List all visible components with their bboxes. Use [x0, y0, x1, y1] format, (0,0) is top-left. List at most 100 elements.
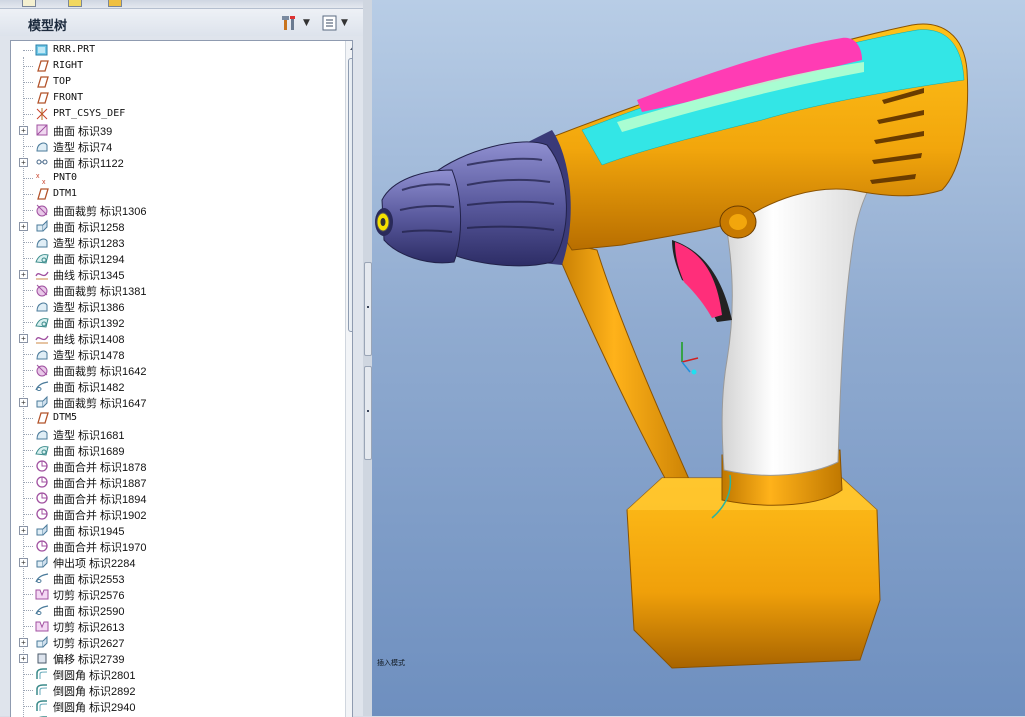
tree-settings-icon — [322, 15, 337, 31]
tree-item[interactable]: + 伸出项 标识2284 — [11, 554, 337, 570]
tree-item[interactable]: 曲面裁剪 标识1306 — [11, 202, 337, 218]
tree-item[interactable]: 曲面 标识1294 — [11, 250, 337, 266]
scroll-up-arrow[interactable] — [350, 45, 352, 50]
tree-item[interactable]: 曲面 标识1482 — [11, 378, 337, 394]
tree-item[interactable]: PRT_CSYS_DEF — [11, 106, 337, 122]
expand-toggle-icon[interactable]: + — [19, 558, 28, 567]
splitter-handle-top[interactable] — [364, 262, 372, 356]
tree-scrollbar[interactable]: ... — [345, 41, 352, 717]
tree-item[interactable]: 造型 标识74 — [11, 138, 337, 154]
tree-item-label: 曲面 标识1945 — [53, 526, 125, 538]
tree-item[interactable]: + 曲面 标识1945 — [11, 522, 337, 538]
tree-item[interactable]: 曲面合并 标识1894 — [11, 490, 337, 506]
tree-item[interactable]: 曲面合并 标识1887 — [11, 474, 337, 490]
sweep-surface-icon — [35, 603, 49, 617]
datum-plane-icon — [35, 59, 49, 73]
expand-toggle-icon[interactable]: + — [19, 270, 28, 279]
tree-item-label: 造型 标识1681 — [53, 430, 125, 442]
surface-extrude-icon — [35, 219, 49, 233]
scrollbar-thumb[interactable]: ... — [348, 58, 352, 332]
tree-connector — [23, 626, 33, 627]
style-icon — [35, 347, 49, 361]
tree-item[interactable]: 倒圆角 标识2892 — [11, 682, 337, 698]
boundary-blend-icon — [35, 443, 49, 457]
tree-connector — [23, 434, 33, 435]
tree-item[interactable]: x x PNT0 — [11, 170, 337, 186]
tree-item[interactable]: 曲面合并 标识1878 — [11, 458, 337, 474]
tree-item[interactable]: + 曲面 标识1258 — [11, 218, 337, 234]
folder-browser-tab-icon[interactable] — [68, 0, 82, 7]
expand-toggle-icon[interactable]: + — [19, 158, 28, 167]
tree-item[interactable]: + 曲线 标识1345 — [11, 266, 337, 282]
tree-connector — [23, 706, 33, 707]
tree-item[interactable]: 造型 标识1283 — [11, 234, 337, 250]
tree-item[interactable]: + 曲线 标识1408 — [11, 330, 337, 346]
splitter-handle-bottom[interactable] — [364, 366, 372, 460]
tree-item[interactable]: 倒圆角 标识2940 — [11, 698, 337, 714]
graphics-viewport[interactable]: 插入模式 — [372, 0, 1025, 716]
tree-item[interactable]: FRONT — [11, 90, 337, 106]
tree-item[interactable]: 曲面裁剪 标识1642 — [11, 362, 337, 378]
expand-toggle-icon[interactable]: + — [19, 398, 28, 407]
tree-item[interactable]: + 曲面裁剪 标识1647 — [11, 394, 337, 410]
tree-connector — [23, 482, 33, 483]
tree-settings-button[interactable]: ▼ — [322, 14, 348, 32]
tree-item[interactable]: RRR.PRT — [11, 42, 337, 58]
tree-item[interactable]: 曲面合并 标识1902 — [11, 506, 337, 522]
tree-item-label: 曲面合并 标识1878 — [53, 462, 147, 474]
protrusion-icon — [35, 555, 49, 569]
tree-item[interactable]: 曲面 标识2553 — [11, 570, 337, 586]
tree-item[interactable]: + 曲面 标识39 — [11, 122, 337, 138]
style-icon — [35, 139, 49, 153]
tree-item[interactable]: + 偏移 标识2739 — [11, 650, 337, 666]
tree-item[interactable]: 切剪 标识2613 — [11, 618, 337, 634]
tree-item[interactable]: RIGHT — [11, 58, 337, 74]
tools-button[interactable]: ▼ — [282, 14, 310, 32]
cut-icon — [35, 619, 49, 633]
datum-plane-icon — [35, 91, 49, 105]
favorites-tab-icon[interactable] — [108, 0, 122, 7]
tree-item[interactable]: DTM5 — [11, 410, 337, 426]
tree-item-label: 曲面合并 标识1894 — [53, 494, 147, 506]
tree-item-label: 曲面合并 标识1970 — [53, 542, 147, 554]
chevron-down-icon: ▼ — [341, 18, 348, 28]
expand-toggle-icon[interactable]: + — [19, 638, 28, 647]
csys-icon — [35, 107, 49, 121]
tree-item[interactable]: + 曲面 标识1122 — [11, 154, 337, 170]
tree-item[interactable]: 造型 标识1681 — [11, 426, 337, 442]
tree-item[interactable]: 造型 标识1386 — [11, 298, 337, 314]
tree-item[interactable]: 造型 标识1478 — [11, 346, 337, 362]
tree-connector — [23, 498, 33, 499]
tree-item-label: 倒圆角 标识2940 — [53, 702, 136, 714]
tree-item[interactable]: 切剪 标识2576 — [11, 586, 337, 602]
round-icon — [35, 667, 49, 681]
expand-toggle-icon[interactable]: + — [19, 526, 28, 535]
model-tree[interactable]: RRR.PRT RIGHT TOP FRONT PRT_CSYS_DEF + 曲面 标识39… — [10, 40, 353, 717]
tree-item[interactable]: 倒圆角 标识2801 — [11, 666, 337, 682]
expand-toggle-icon[interactable]: + — [19, 334, 28, 343]
tree-connector — [23, 514, 33, 515]
tree-item[interactable]: 曲面 标识2590 — [11, 602, 337, 618]
tree-item-label: 曲面裁剪 标识1306 — [53, 206, 147, 218]
expand-toggle-icon[interactable]: + — [19, 654, 28, 663]
expand-toggle-icon[interactable]: + — [19, 222, 28, 231]
tree-item-label: 造型 标识74 — [53, 142, 113, 154]
tree-item[interactable]: 曲面裁剪 标识1381 — [11, 282, 337, 298]
tree-item[interactable]: TOP — [11, 74, 337, 90]
tree-connector — [23, 178, 33, 179]
tree-item[interactable]: + 切剪 标识2627 — [11, 634, 337, 650]
cut-icon — [35, 587, 49, 601]
tree-item[interactable]: DTM1 — [11, 186, 337, 202]
tree-item[interactable]: 曲面合并 标识1970 — [11, 538, 337, 554]
tree-connector — [23, 578, 33, 579]
tree-item-label: PRT_CSYS_DEF — [53, 108, 126, 119]
tree-item[interactable]: 曲面 标识1392 — [11, 314, 337, 330]
tree-connector — [23, 242, 33, 243]
round-icon — [35, 683, 49, 697]
tree-item[interactable]: 曲面 标识1689 — [11, 442, 337, 458]
tree-item-label: RRR.PRT — [53, 44, 96, 55]
tree-item-label: 曲面 标识1122 — [53, 158, 124, 170]
tree-item-label: 造型 标识1283 — [53, 238, 125, 250]
expand-toggle-icon[interactable]: + — [19, 126, 28, 135]
model-tree-tab-icon[interactable] — [22, 0, 36, 7]
